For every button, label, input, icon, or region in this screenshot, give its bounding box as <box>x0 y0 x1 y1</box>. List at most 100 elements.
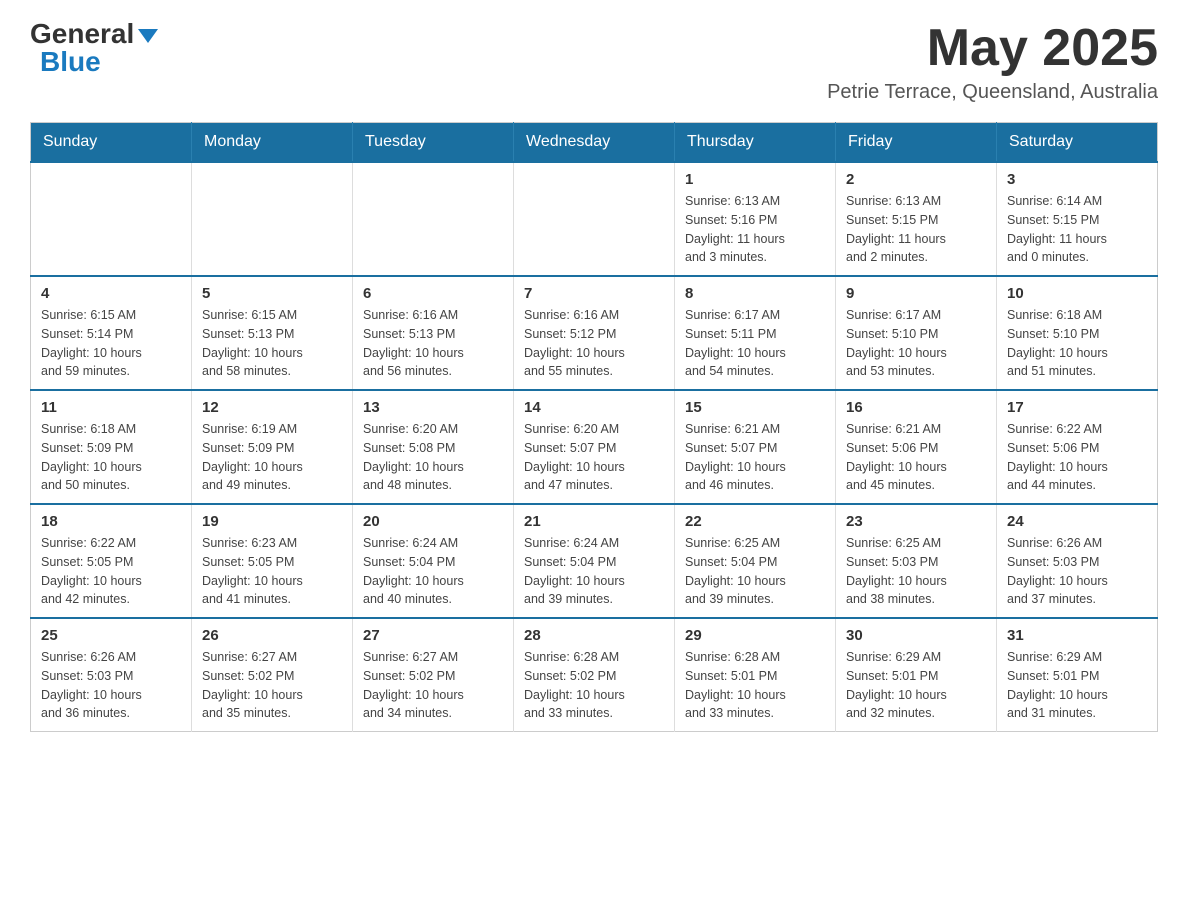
day-info: Sunrise: 6:26 AM Sunset: 5:03 PM Dayligh… <box>41 648 181 723</box>
day-number: 10 <box>1007 285 1147 302</box>
logo-triangle-icon <box>138 29 158 43</box>
day-info: Sunrise: 6:27 AM Sunset: 5:02 PM Dayligh… <box>202 648 342 723</box>
calendar-cell: 16 Sunrise: 6:21 AM Sunset: 5:06 PM Dayli… <box>836 390 997 504</box>
day-info: Sunrise: 6:28 AM Sunset: 5:02 PM Dayligh… <box>524 648 664 723</box>
day-info: Sunrise: 6:20 AM Sunset: 5:08 PM Dayligh… <box>363 420 503 495</box>
calendar-body: 1 Sunrise: 6:13 AM Sunset: 5:16 PM Daylig… <box>31 162 1158 732</box>
calendar-cell: 9Sunrise: 6:17 AM Sunset: 5:10 PM Daylig… <box>836 276 997 390</box>
calendar-cell: 18Sunrise: 6:22 AM Sunset: 5:05 PM Dayli… <box>31 504 192 618</box>
day-number: 29 <box>685 627 825 644</box>
day-info: Sunrise: 6:13 AM Sunset: 5:15 PM Dayligh… <box>846 192 986 267</box>
calendar-header: SundayMondayTuesdayWednesdayThursdayFrid… <box>31 123 1158 163</box>
day-info: Sunrise: 6:28 AM Sunset: 5:01 PM Dayligh… <box>685 648 825 723</box>
day-number: 11 <box>41 399 181 416</box>
day-info: Sunrise: 6:20 AM Sunset: 5:07 PM Dayligh… <box>524 420 664 495</box>
day-info: Sunrise: 6:15 AM Sunset: 5:13 PM Dayligh… <box>202 306 342 381</box>
day-of-week-header: Thursday <box>675 123 836 163</box>
day-of-week-header: Friday <box>836 123 997 163</box>
calendar-cell: 13 Sunrise: 6:20 AM Sunset: 5:08 PM Dayli… <box>353 390 514 504</box>
day-number: 8 <box>685 285 825 302</box>
page-header: General Blue May 2025 Petrie Terrace, Qu… <box>30 20 1158 104</box>
logo: General Blue <box>30 20 158 76</box>
calendar-cell: 14 Sunrise: 6:20 AM Sunset: 5:07 PM Dayli… <box>514 390 675 504</box>
day-number: 14 <box>524 399 664 416</box>
day-number: 30 <box>846 627 986 644</box>
logo-general-text: General <box>30 20 134 48</box>
calendar-cell: 25 Sunrise: 6:26 AM Sunset: 5:03 PM Dayli… <box>31 618 192 732</box>
calendar-cell <box>31 162 192 276</box>
calendar-cell: 12Sunrise: 6:19 AM Sunset: 5:09 PM Dayli… <box>192 390 353 504</box>
day-info: Sunrise: 6:29 AM Sunset: 5:01 PM Dayligh… <box>846 648 986 723</box>
calendar-cell: 6 Sunrise: 6:16 AM Sunset: 5:13 PM Daylig… <box>353 276 514 390</box>
calendar-cell: 22Sunrise: 6:25 AM Sunset: 5:04 PM Dayli… <box>675 504 836 618</box>
day-info: Sunrise: 6:26 AM Sunset: 5:03 PM Dayligh… <box>1007 534 1147 609</box>
day-info: Sunrise: 6:16 AM Sunset: 5:12 PM Dayligh… <box>524 306 664 381</box>
day-of-week-header: Sunday <box>31 123 192 163</box>
day-info: Sunrise: 6:24 AM Sunset: 5:04 PM Dayligh… <box>363 534 503 609</box>
calendar-cell: 28 Sunrise: 6:28 AM Sunset: 5:02 PM Dayli… <box>514 618 675 732</box>
day-info: Sunrise: 6:24 AM Sunset: 5:04 PM Dayligh… <box>524 534 664 609</box>
calendar-week-row: 4Sunrise: 6:15 AM Sunset: 5:14 PM Daylig… <box>31 276 1158 390</box>
day-of-week-header: Saturday <box>997 123 1158 163</box>
day-number: 15 <box>685 399 825 416</box>
calendar-cell: 29 Sunrise: 6:28 AM Sunset: 5:01 PM Dayli… <box>675 618 836 732</box>
calendar-week-row: 11 Sunrise: 6:18 AM Sunset: 5:09 PM Dayli… <box>31 390 1158 504</box>
calendar-table: SundayMondayTuesdayWednesdayThursdayFrid… <box>30 122 1158 732</box>
day-info: Sunrise: 6:19 AM Sunset: 5:09 PM Dayligh… <box>202 420 342 495</box>
day-info: Sunrise: 6:29 AM Sunset: 5:01 PM Dayligh… <box>1007 648 1147 723</box>
day-info: Sunrise: 6:14 AM Sunset: 5:15 PM Dayligh… <box>1007 192 1147 267</box>
calendar-cell: 17Sunrise: 6:22 AM Sunset: 5:06 PM Dayli… <box>997 390 1158 504</box>
calendar-cell: 8 Sunrise: 6:17 AM Sunset: 5:11 PM Daylig… <box>675 276 836 390</box>
calendar-cell: 30 Sunrise: 6:29 AM Sunset: 5:01 PM Dayli… <box>836 618 997 732</box>
day-info: Sunrise: 6:21 AM Sunset: 5:07 PM Dayligh… <box>685 420 825 495</box>
day-number: 17 <box>1007 399 1147 416</box>
day-number: 19 <box>202 513 342 530</box>
day-info: Sunrise: 6:18 AM Sunset: 5:10 PM Dayligh… <box>1007 306 1147 381</box>
day-number: 21 <box>524 513 664 530</box>
calendar-cell: 7 Sunrise: 6:16 AM Sunset: 5:12 PM Daylig… <box>514 276 675 390</box>
day-number: 1 <box>685 171 825 188</box>
calendar-cell: 5 Sunrise: 6:15 AM Sunset: 5:13 PM Daylig… <box>192 276 353 390</box>
calendar-cell: 1 Sunrise: 6:13 AM Sunset: 5:16 PM Daylig… <box>675 162 836 276</box>
day-info: Sunrise: 6:25 AM Sunset: 5:03 PM Dayligh… <box>846 534 986 609</box>
day-number: 27 <box>363 627 503 644</box>
days-of-week-row: SundayMondayTuesdayWednesdayThursdayFrid… <box>31 123 1158 163</box>
calendar-cell: 21 Sunrise: 6:24 AM Sunset: 5:04 PM Dayli… <box>514 504 675 618</box>
day-number: 6 <box>363 285 503 302</box>
calendar-week-row: 25 Sunrise: 6:26 AM Sunset: 5:03 PM Dayli… <box>31 618 1158 732</box>
calendar-week-row: 18Sunrise: 6:22 AM Sunset: 5:05 PM Dayli… <box>31 504 1158 618</box>
calendar-week-row: 1 Sunrise: 6:13 AM Sunset: 5:16 PM Daylig… <box>31 162 1158 276</box>
day-info: Sunrise: 6:15 AM Sunset: 5:14 PM Dayligh… <box>41 306 181 381</box>
day-of-week-header: Monday <box>192 123 353 163</box>
day-number: 16 <box>846 399 986 416</box>
day-info: Sunrise: 6:21 AM Sunset: 5:06 PM Dayligh… <box>846 420 986 495</box>
day-number: 9 <box>846 285 986 302</box>
day-number: 25 <box>41 627 181 644</box>
calendar-cell: 26 Sunrise: 6:27 AM Sunset: 5:02 PM Dayli… <box>192 618 353 732</box>
day-number: 13 <box>363 399 503 416</box>
calendar-cell: 24Sunrise: 6:26 AM Sunset: 5:03 PM Dayli… <box>997 504 1158 618</box>
calendar-cell <box>192 162 353 276</box>
calendar-cell <box>514 162 675 276</box>
calendar-cell: 23 Sunrise: 6:25 AM Sunset: 5:03 PM Dayli… <box>836 504 997 618</box>
title-block: May 2025 Petrie Terrace, Queensland, Aus… <box>827 20 1158 104</box>
day-number: 7 <box>524 285 664 302</box>
day-number: 23 <box>846 513 986 530</box>
day-info: Sunrise: 6:18 AM Sunset: 5:09 PM Dayligh… <box>41 420 181 495</box>
day-info: Sunrise: 6:17 AM Sunset: 5:11 PM Dayligh… <box>685 306 825 381</box>
day-number: 28 <box>524 627 664 644</box>
logo-blue-text: Blue <box>40 48 101 76</box>
day-of-week-header: Tuesday <box>353 123 514 163</box>
day-number: 22 <box>685 513 825 530</box>
day-number: 5 <box>202 285 342 302</box>
calendar-cell: 20 Sunrise: 6:24 AM Sunset: 5:04 PM Dayli… <box>353 504 514 618</box>
day-number: 20 <box>363 513 503 530</box>
calendar-cell: 15 Sunrise: 6:21 AM Sunset: 5:07 PM Dayli… <box>675 390 836 504</box>
location-title: Petrie Terrace, Queensland, Australia <box>827 81 1158 104</box>
calendar-cell: 2Sunrise: 6:13 AM Sunset: 5:15 PM Daylig… <box>836 162 997 276</box>
day-info: Sunrise: 6:13 AM Sunset: 5:16 PM Dayligh… <box>685 192 825 267</box>
day-info: Sunrise: 6:16 AM Sunset: 5:13 PM Dayligh… <box>363 306 503 381</box>
month-title: May 2025 <box>827 20 1158 77</box>
day-of-week-header: Wednesday <box>514 123 675 163</box>
day-number: 26 <box>202 627 342 644</box>
